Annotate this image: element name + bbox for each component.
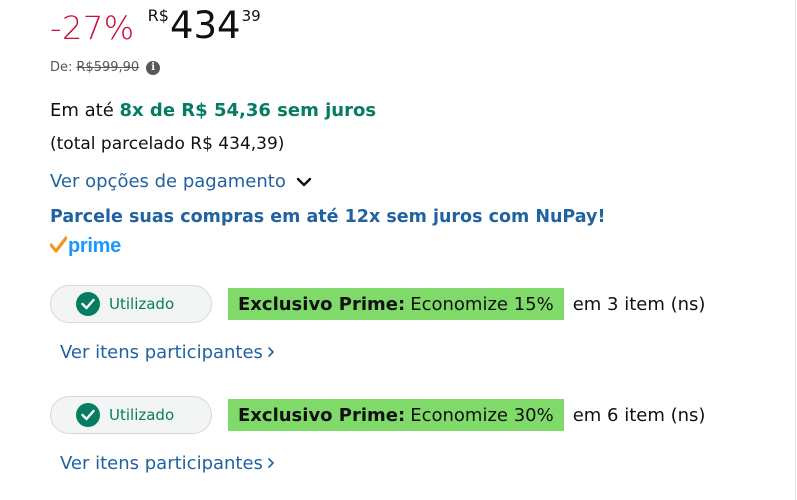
coupon-row: Utilizado Exclusivo Prime: Economize 30%… <box>50 396 705 434</box>
coupon-status-label: Utilizado <box>109 295 175 313</box>
coupon-status-pill[interactable]: Utilizado <box>50 285 212 323</box>
prime-logo-word: prime <box>68 235 121 257</box>
promo-title: Exclusivo Prime: <box>238 293 406 315</box>
chevron-down-icon <box>296 171 312 192</box>
coupon-status-pill[interactable]: Utilizado <box>50 396 212 434</box>
promo-items-count: em 3 item (ns) <box>572 293 706 315</box>
view-participating-items-link[interactable]: Ver itens participantes <box>60 342 275 363</box>
list-price-row: De: R$599,90 i <box>50 60 161 75</box>
prime-promo-highlight: Exclusivo Prime: Economize 15% <box>228 288 564 320</box>
nupay-banner[interactable]: Parcele suas compras em até 12x sem juro… <box>50 207 605 227</box>
coupon-row: Utilizado Exclusivo Prime: Economize 15%… <box>50 285 705 323</box>
payment-options-link[interactable]: Ver opções de pagamento <box>50 171 312 192</box>
promo-title: Exclusivo Prime: <box>238 404 406 426</box>
chevron-right-icon <box>267 342 275 363</box>
price-whole: 434 <box>169 4 241 47</box>
product-price-panel: -27% R$ 434 39 De: R$599,90 i Em até 8x … <box>0 0 796 500</box>
installment-info: Em até 8x de R$ 54,36 sem juros <box>50 100 376 121</box>
installment-total: (total parcelado R$ 434,39) <box>50 134 285 154</box>
promo-items-count: em 6 item (ns) <box>572 404 706 426</box>
prime-check-icon <box>49 236 68 257</box>
coupon-status-label: Utilizado <box>109 406 175 424</box>
promo-text: Economize 15% <box>410 293 554 315</box>
promo-text: Economize 30% <box>410 404 554 426</box>
price-currency-symbol: R$ <box>147 6 169 25</box>
info-icon[interactable]: i <box>146 60 161 75</box>
prime-logo: prime <box>49 235 121 258</box>
price-cents: 39 <box>241 7 261 25</box>
view-participating-items-label: Ver itens participantes <box>60 453 263 474</box>
installment-highlight: 8x de R$ 54,36 sem juros <box>119 100 377 121</box>
list-price-label: De: <box>50 60 73 75</box>
prime-promo-highlight: Exclusivo Prime: Economize 30% <box>228 399 564 431</box>
view-participating-items-label: Ver itens participantes <box>60 342 263 363</box>
list-price: R$599,90 <box>76 60 140 75</box>
check-circle-icon <box>76 403 100 427</box>
view-participating-items-link[interactable]: Ver itens participantes <box>60 453 275 474</box>
price-block: -27% R$ 434 39 <box>50 0 261 50</box>
discount-percentage: -27% <box>50 9 135 47</box>
payment-options-label: Ver opções de pagamento <box>50 171 286 192</box>
installment-prefix: Em até <box>50 100 114 121</box>
chevron-right-icon <box>267 453 275 474</box>
check-circle-icon <box>76 292 100 316</box>
